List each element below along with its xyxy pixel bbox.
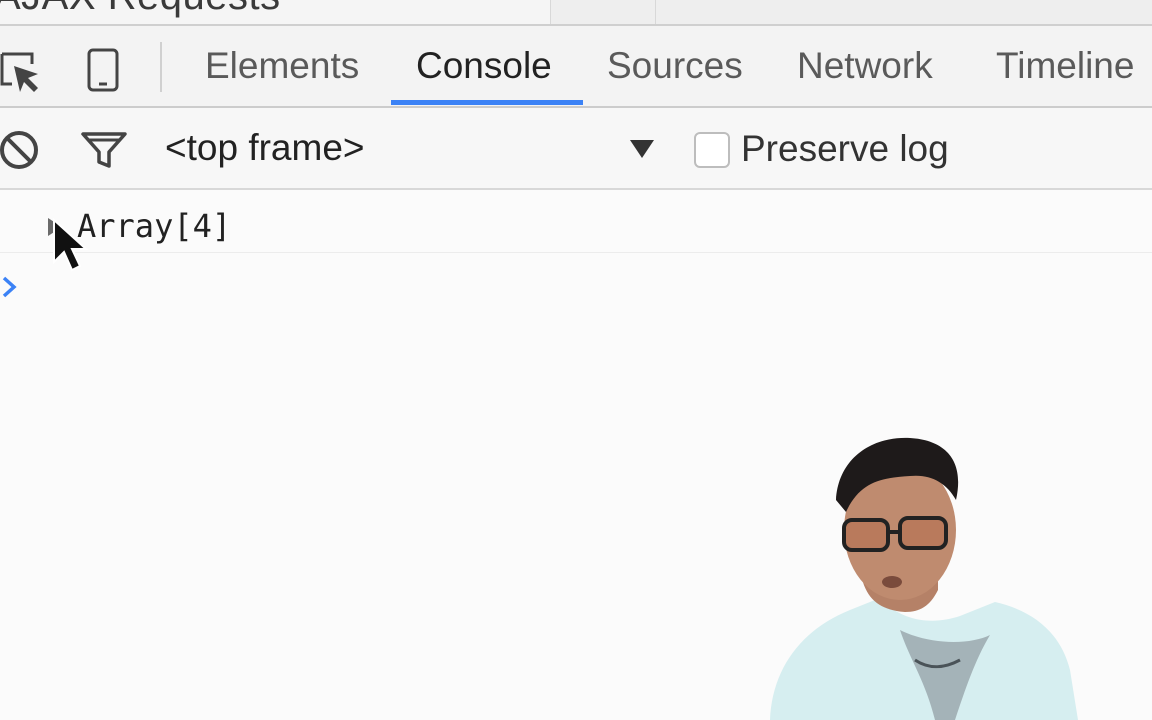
- webcam-presenter-image: [770, 437, 1078, 720]
- tab-divider: [550, 0, 551, 24]
- tab-divider: [655, 0, 656, 24]
- clear-console-icon[interactable]: [0, 129, 40, 171]
- tab-sources[interactable]: Sources: [607, 26, 743, 106]
- devtools-toolbar: Elements Console Sources Network Timelin…: [0, 26, 1152, 108]
- browser-tab-strip: AJAX Requests: [0, 0, 1152, 26]
- context-selector[interactable]: <top frame>: [165, 108, 365, 188]
- chevron-down-icon[interactable]: [628, 138, 656, 160]
- device-mode-icon[interactable]: [86, 48, 120, 92]
- preserve-log-label[interactable]: Preserve log: [741, 108, 949, 188]
- console-prompt-icon[interactable]: [0, 272, 22, 302]
- active-tab-indicator: [391, 100, 583, 105]
- tab-elements[interactable]: Elements: [205, 26, 359, 106]
- browser-tab-empty[interactable]: [551, 0, 1152, 24]
- tab-timeline[interactable]: Timeline: [996, 26, 1134, 106]
- console-filter-bar: <top frame> Preserve log: [0, 108, 1152, 190]
- tab-console[interactable]: Console: [416, 26, 552, 106]
- mouse-cursor-icon: [53, 218, 89, 272]
- toolbar-divider: [160, 42, 162, 92]
- tab-network[interactable]: Network: [797, 26, 933, 106]
- inspect-element-icon[interactable]: [0, 48, 44, 96]
- preserve-log-checkbox[interactable]: [694, 132, 730, 168]
- browser-tab-title[interactable]: AJAX Requests: [0, 0, 281, 19]
- console-message-text[interactable]: Array[4]: [77, 190, 231, 262]
- console-message[interactable]: Array[4]: [0, 190, 1152, 253]
- filter-icon[interactable]: [80, 130, 128, 170]
